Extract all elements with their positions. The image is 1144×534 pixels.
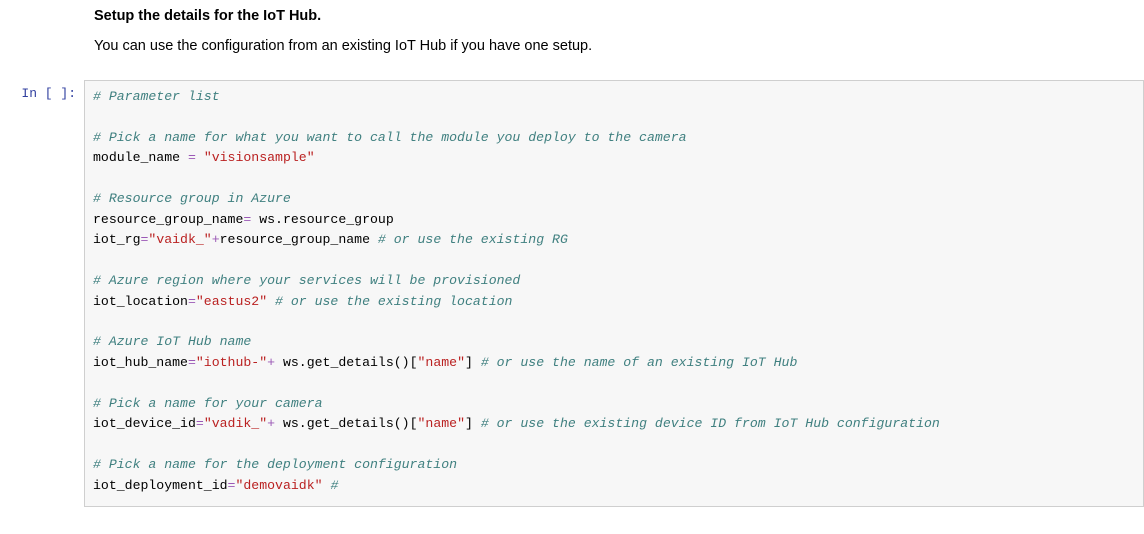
page-root: Setup the details for the IoT Hub. You c…: [0, 0, 1144, 507]
code-string: "iothub-": [196, 355, 267, 370]
section-description: You can use the configuration from an ex…: [94, 38, 1124, 54]
input-prompt: In [ ]:: [0, 80, 84, 507]
code-token: resource_group_name: [93, 212, 243, 227]
code-token: iot_deployment_id: [93, 478, 228, 493]
code-comment: # Resource group in Azure: [93, 191, 291, 206]
markdown-cell: Setup the details for the IoT Hub. You c…: [94, 0, 1124, 54]
code-comment: # or use the name of an existing IoT Hub: [481, 355, 798, 370]
code-token: iot_hub_name: [93, 355, 188, 370]
code-token: iot_location: [93, 294, 188, 309]
code-string: "eastus2": [196, 294, 267, 309]
code-content[interactable]: # Parameter list # Pick a name for what …: [93, 87, 1135, 496]
code-string: "name": [418, 355, 465, 370]
code-comment: # Pick a name for what you want to call …: [93, 130, 687, 145]
code-string: "vaidk_": [148, 232, 211, 247]
code-operator: =: [188, 294, 196, 309]
code-token: ws.resource_group: [251, 212, 393, 227]
code-comment: # Parameter list: [93, 89, 220, 104]
code-cell: In [ ]: # Parameter list # Pick a name f…: [0, 80, 1144, 507]
code-string: "vadik_": [204, 416, 267, 431]
code-comment: # or use the existing device ID from IoT…: [481, 416, 940, 431]
code-operator: +: [212, 232, 220, 247]
code-token: ]: [465, 355, 481, 370]
code-token: resource_group_name: [220, 232, 378, 247]
code-operator: +: [267, 355, 275, 370]
code-token: ws.get_details()[: [275, 355, 417, 370]
code-comment: # Pick a name for your camera: [93, 396, 323, 411]
code-comment: # or use the existing RG: [378, 232, 568, 247]
code-token: ]: [465, 416, 481, 431]
code-operator: =: [188, 150, 196, 165]
code-token: ws.get_details()[: [275, 416, 417, 431]
code-token: module_name: [93, 150, 188, 165]
code-space: [196, 150, 204, 165]
code-string: "demovaidk": [235, 478, 322, 493]
code-string: "visionsample": [204, 150, 315, 165]
code-comment: # Azure IoT Hub name: [93, 334, 251, 349]
code-input-area[interactable]: # Parameter list # Pick a name for what …: [84, 80, 1144, 507]
code-comment: # Pick a name for the deployment configu…: [93, 457, 457, 472]
code-operator: =: [196, 416, 204, 431]
code-comment: # Azure region where your services will …: [93, 273, 520, 288]
code-comment: # or use the existing location: [267, 294, 512, 309]
code-token: iot_rg: [93, 232, 140, 247]
code-string: "name": [418, 416, 465, 431]
code-token: iot_device_id: [93, 416, 196, 431]
section-heading: Setup the details for the IoT Hub.: [94, 8, 1124, 24]
code-operator: =: [188, 355, 196, 370]
code-operator: +: [267, 416, 275, 431]
code-comment: #: [323, 478, 339, 493]
